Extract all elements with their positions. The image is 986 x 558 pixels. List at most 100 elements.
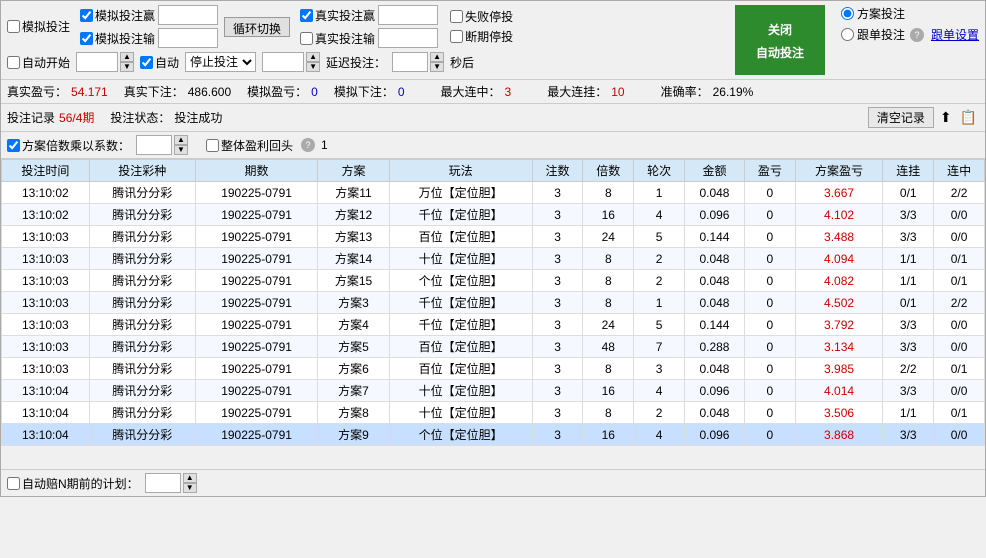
cycle-btn[interactable]: 循环切换 — [224, 17, 290, 37]
table-cell: 个位【定位胆】 — [389, 270, 532, 292]
multiplier-down[interactable]: ▼ — [174, 145, 188, 155]
table-cell: 腾讯分分彩 — [89, 270, 195, 292]
table-cell: 1/1 — [883, 270, 934, 292]
table-cell: 3 — [532, 182, 583, 204]
multiplier-checkbox[interactable]: 方案倍数乘以系数： — [7, 137, 130, 154]
table-cell: 2 — [634, 248, 685, 270]
table-cell: 13:10:04 — [2, 424, 90, 446]
stats-row-2: 投注记录 56/4期 投注状态： 投注成功 清空记录 ⬆ 📋 — [1, 104, 985, 132]
delay-up[interactable]: ▲ — [430, 52, 444, 62]
real-win-checkbox[interactable]: 真实投注赢 — [300, 7, 375, 24]
table-cell: 十位【定位胆】 — [389, 248, 532, 270]
table-cell: 3 — [532, 402, 583, 424]
table-row: 13:10:03腾讯分分彩190225-0791方案13百位【定位胆】32450… — [2, 226, 985, 248]
sim-win-checkbox[interactable]: 模拟投注赢 — [80, 7, 155, 24]
table-cell: 3.667 — [795, 182, 883, 204]
copy-icon[interactable]: 📋 — [958, 109, 979, 126]
profit-return-label: 整体盈利回头 — [221, 137, 293, 154]
sim-input-checkbox[interactable]: 模拟投注输 — [80, 30, 155, 47]
table-cell: 0 — [744, 226, 795, 248]
simulate-bet-label: 模拟投注 — [22, 18, 70, 35]
start-time-down[interactable]: ▼ — [120, 62, 134, 72]
end-time-up[interactable]: ▲ — [306, 52, 320, 62]
real-input-field[interactable]: 50000 — [378, 28, 438, 48]
simulate-bet-checkbox[interactable]: 模拟投注 — [7, 18, 70, 35]
th-play: 玩法 — [389, 160, 532, 182]
auto-stop-label: 自动赔N期前的计划： — [22, 475, 139, 492]
th-streak-win: 连中 — [934, 160, 985, 182]
multiplier-up[interactable]: ▲ — [174, 135, 188, 145]
table-cell: 16 — [583, 424, 634, 446]
end-time-down[interactable]: ▼ — [306, 62, 320, 72]
bet-status-value: 投注成功 — [174, 109, 222, 126]
sim-pl-label: 模拟盈亏： — [247, 83, 307, 100]
table-row: 13:10:04腾讯分分彩190225-0791方案7十位【定位胆】31640.… — [2, 380, 985, 402]
table-cell: 190225-0791 — [195, 358, 318, 380]
auto-stop-up[interactable]: ▲ — [183, 473, 197, 483]
real-input-checkbox[interactable]: 真实投注输 — [300, 30, 375, 47]
sim-win-input[interactable]: 50000 — [158, 5, 218, 25]
real-win-input[interactable]: 50000 — [378, 5, 438, 25]
table-cell: 百位【定位胆】 — [389, 226, 532, 248]
table-row: 13:10:03腾讯分分彩190225-0791方案15个位【定位胆】3820.… — [2, 270, 985, 292]
sim-input-field[interactable]: 50000 — [158, 28, 218, 48]
table-row: 13:10:03腾讯分分彩190225-0791方案14十位【定位胆】3820.… — [2, 248, 985, 270]
sim-win-label: 模拟投注赢 — [95, 7, 155, 24]
auto-start-label: 自动开始 — [22, 54, 70, 71]
fail-stop-checkbox[interactable]: 失败停投 — [450, 8, 513, 25]
single-bet-help-icon[interactable]: ? — [910, 28, 924, 42]
profit-return-checkbox[interactable]: 整体盈利回头 — [206, 137, 293, 154]
table-cell: 5 — [634, 226, 685, 248]
table-cell: 0/1 — [934, 402, 985, 424]
table-cell: 3 — [532, 204, 583, 226]
th-time: 投注时间 — [2, 160, 90, 182]
multiplier-label: 方案倍数乘以系数： — [22, 137, 130, 154]
start-time-input[interactable]: 09:01 — [76, 52, 118, 72]
th-amount: 金额 — [684, 160, 744, 182]
upload-icon[interactable]: ⬆ — [938, 109, 954, 126]
follow-settings-link[interactable]: 跟单设置 — [931, 26, 979, 43]
multiplier-input[interactable]: 8 — [136, 135, 172, 155]
table-cell: 2 — [634, 402, 685, 424]
auto-stop-down[interactable]: ▼ — [183, 483, 197, 493]
table-cell: 0.048 — [684, 270, 744, 292]
end-time-input[interactable]: 22:32 — [262, 52, 304, 72]
delay-down[interactable]: ▼ — [430, 62, 444, 72]
break-stop-checkbox[interactable]: 断期停投 — [450, 28, 513, 45]
sim-pl-value: 0 — [311, 85, 318, 99]
table-cell: 1 — [634, 292, 685, 314]
table-cell: 3 — [532, 226, 583, 248]
table-row: 13:10:02腾讯分分彩190225-0791方案12千位【定位胆】31640… — [2, 204, 985, 226]
table-cell: 3.868 — [795, 424, 883, 446]
close-auto-bet-btn[interactable]: 关闭 自动投注 — [735, 5, 825, 75]
table-cell: 0 — [744, 402, 795, 424]
th-streak-lose: 连挂 — [883, 160, 934, 182]
clear-records-btn[interactable]: 清空记录 — [868, 107, 934, 128]
table-cell: 8 — [583, 182, 634, 204]
table-cell: 3.134 — [795, 336, 883, 358]
table-cell: 3 — [532, 270, 583, 292]
delay-input[interactable]: 0 — [392, 52, 428, 72]
auto-stop-checkbox[interactable]: 自动赔N期前的计划： — [7, 475, 139, 492]
single-bet-radio[interactable]: 跟单投注 ? 跟单设置 — [841, 26, 979, 43]
plan-bet-radio[interactable]: 方案投注 — [841, 5, 979, 22]
auto-stop-input[interactable]: 3 — [145, 473, 181, 493]
real-bet-value: 486.600 — [188, 85, 231, 99]
table-cell: 3.985 — [795, 358, 883, 380]
auto-start-checkbox[interactable]: 自动开始 — [7, 54, 70, 71]
auto-label: 自动 — [155, 54, 179, 71]
stop-invest-select[interactable]: 停止投注 — [185, 52, 256, 72]
table-cell: 0 — [744, 358, 795, 380]
table-cell: 千位【定位胆】 — [389, 314, 532, 336]
table-cell: 13:10:03 — [2, 358, 90, 380]
real-pl-label: 真实盈亏： — [7, 83, 67, 100]
auto-checkbox[interactable]: 自动 — [140, 54, 179, 71]
table-cell: 16 — [583, 380, 634, 402]
table-cell: 3 — [532, 314, 583, 336]
table-cell: 0.048 — [684, 402, 744, 424]
start-time-up[interactable]: ▲ — [120, 52, 134, 62]
profit-help-icon[interactable]: ? — [301, 138, 315, 152]
table-cell: 4.502 — [795, 292, 883, 314]
table-cell: 0.096 — [684, 424, 744, 446]
table-cell: 3/3 — [883, 314, 934, 336]
